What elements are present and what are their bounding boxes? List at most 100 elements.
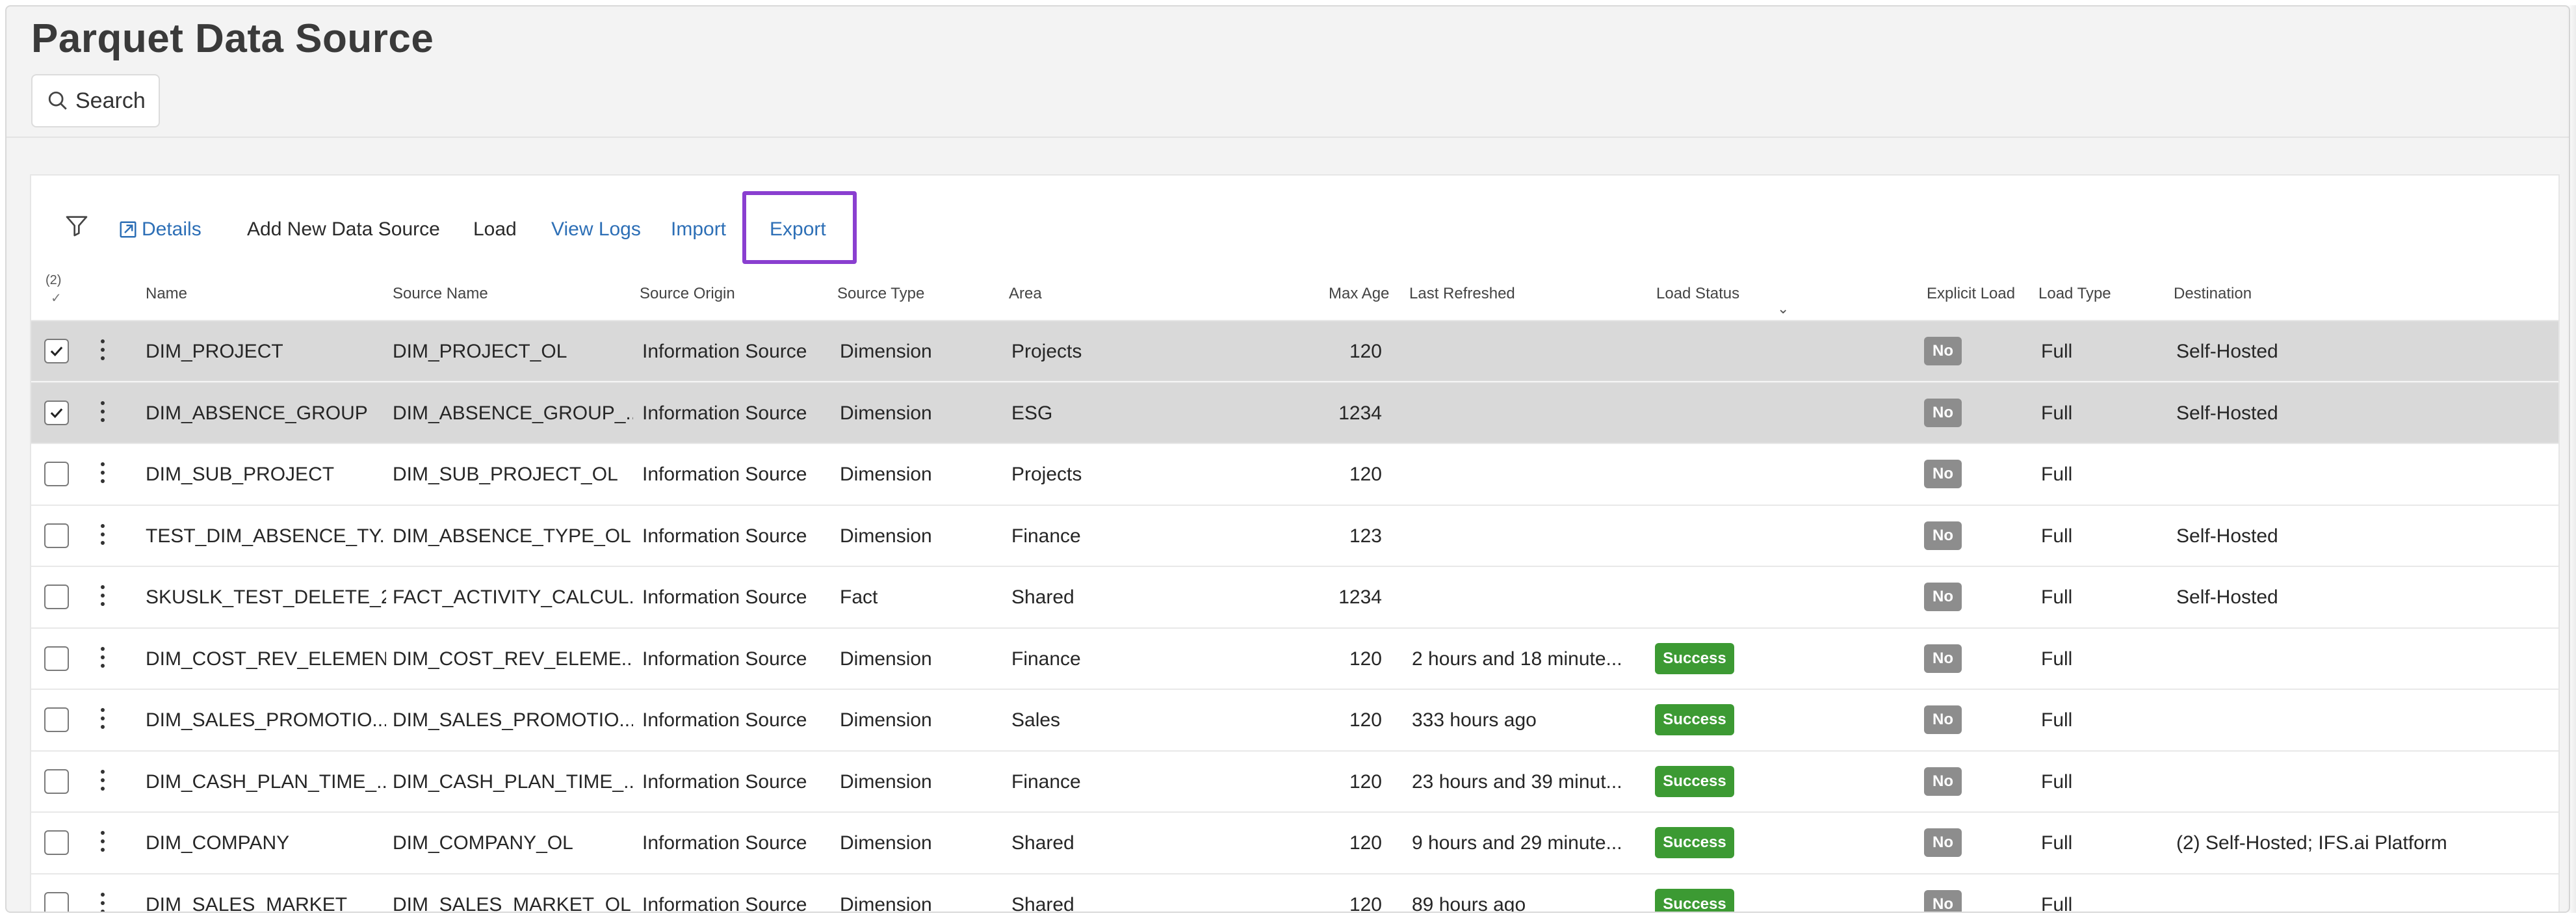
filter-icon[interactable] [64, 211, 90, 240]
row-checkbox[interactable] [44, 523, 69, 548]
add-new-data-source-button[interactable]: Add New Data Source [247, 215, 440, 244]
load-button[interactable]: Load [473, 215, 517, 244]
load-status-badge: Success [1655, 704, 1734, 735]
row-checkbox[interactable] [44, 646, 69, 671]
cell-name: DIM_SALES_MARKET [146, 893, 348, 913]
cell-source-name: DIM_COMPANY_OL [393, 832, 573, 854]
select-all-checkmark-icon[interactable]: ✓ [51, 290, 62, 306]
cell-source-name: DIM_COST_REV_ELEME... [393, 648, 633, 670]
cell-area: Sales [1011, 709, 1061, 731]
column-header-load-status[interactable]: Load Status [1656, 285, 1739, 303]
search-button[interactable]: Search [31, 74, 160, 127]
column-header-source-type[interactable]: Source Type [837, 285, 924, 303]
open-details-icon [120, 221, 137, 238]
row-checkbox[interactable] [44, 769, 69, 794]
explicit-load-badge: No [1924, 644, 1962, 673]
cell-last-refreshed: 89 hours ago [1412, 893, 1526, 913]
column-header-load-type[interactable]: Load Type [2038, 285, 2111, 303]
table-row[interactable]: SKUSLK_TEST_DELETE_2... FACT_ACTIVITY_CAL… [31, 566, 2558, 627]
cell-load-type: Full [2041, 341, 2073, 362]
cell-name: DIM_ABSENCE_GROUP [146, 402, 368, 424]
table-row[interactable]: DIM_CASH_PLAN_TIME_... DIM_CASH_PLAN_TIME… [31, 750, 2558, 811]
cell-source-origin: Information Source [642, 402, 807, 424]
row-menu-icon[interactable] [96, 460, 109, 486]
cell-max-age: 120 [1349, 770, 1382, 793]
row-menu-icon[interactable] [96, 828, 109, 854]
row-menu-icon[interactable] [96, 337, 109, 363]
column-header-max-age[interactable]: Max Age [1329, 285, 1389, 303]
row-checkbox[interactable] [44, 462, 69, 486]
column-header-source-name[interactable]: Source Name [393, 285, 488, 303]
cell-load-type: Full [2041, 402, 2073, 424]
table-row[interactable]: DIM_SUB_PROJECT DIM_SUB_PROJECT_OL Informa… [31, 443, 2558, 504]
cell-max-age: 120 [1349, 464, 1382, 485]
column-header-destination[interactable]: Destination [2174, 285, 2252, 303]
row-checkbox[interactable] [44, 830, 69, 855]
column-header-explicit-load[interactable]: Explicit Load [1927, 285, 2015, 303]
cell-load-type: Full [2041, 893, 2073, 913]
cell-source-type: Dimension [840, 893, 932, 913]
cell-name: DIM_SALES_PROMOTIO... [146, 709, 386, 731]
search-label: Search [75, 88, 146, 113]
cell-source-name: DIM_ABSENCE_GROUP_... [393, 402, 633, 424]
table-row[interactable]: DIM_SALES_MARKET DIM_SALES_MARKET_OL Infor… [31, 873, 2558, 913]
column-header-last-refreshed[interactable]: Last Refreshed [1409, 285, 1515, 303]
cell-source-origin: Information Source [642, 770, 807, 793]
row-menu-icon[interactable] [96, 890, 109, 912]
view-logs-button[interactable]: View Logs [551, 215, 641, 244]
row-menu-icon[interactable] [96, 521, 109, 547]
explicit-load-badge: No [1924, 583, 1962, 611]
explicit-load-badge: No [1924, 705, 1962, 734]
cell-load-type: Full [2041, 525, 2073, 547]
cell-last-refreshed: 23 hours and 39 minut... [1412, 770, 1622, 793]
cell-max-age: 120 [1349, 893, 1382, 913]
table-row[interactable]: DIM_COST_REV_ELEMENT DIM_COST_REV_ELEME..… [31, 627, 2558, 689]
table-row[interactable]: DIM_PROJECT DIM_PROJECT_OL Information Sou… [31, 320, 2558, 381]
cell-area: Finance [1011, 648, 1081, 670]
cell-max-age: 1234 [1338, 402, 1382, 424]
cell-name: DIM_CASH_PLAN_TIME_... [146, 770, 386, 793]
row-checkbox[interactable] [44, 585, 69, 609]
cell-area: Shared [1011, 586, 1074, 608]
table-row[interactable]: DIM_ABSENCE_GROUP DIM_ABSENCE_GROUP_... In… [31, 381, 2558, 444]
row-checkbox[interactable] [44, 891, 69, 912]
cell-max-age: 1234 [1338, 586, 1382, 608]
data-source-list-panel: Details Add New Data Source Load View Lo… [30, 174, 2560, 913]
row-checkbox[interactable] [44, 339, 69, 363]
details-button[interactable]: Details [118, 215, 202, 244]
table-row[interactable]: DIM_COMPANY DIM_COMPANY_OL Information Sou… [31, 811, 2558, 873]
row-menu-icon[interactable] [96, 705, 109, 731]
sort-descending-icon[interactable]: ⌄ [1777, 300, 1789, 317]
cell-name: TEST_DIM_ABSENCE_TY... [146, 525, 386, 547]
cell-source-origin: Information Source [642, 341, 807, 362]
row-menu-icon[interactable] [96, 583, 109, 609]
cell-source-type: Fact [840, 586, 878, 608]
row-checkbox[interactable] [44, 400, 69, 425]
row-checkbox[interactable] [44, 707, 69, 732]
cell-source-origin: Information Source [642, 464, 807, 485]
row-menu-icon[interactable] [96, 644, 109, 670]
table-row[interactable]: TEST_DIM_ABSENCE_TY... DIM_ABSENCE_TYPE_O… [31, 504, 2558, 566]
cell-source-origin: Information Source [642, 586, 807, 608]
cell-area: Shared [1011, 893, 1074, 913]
cell-destination: Self-Hosted [2176, 586, 2278, 608]
row-menu-icon[interactable] [96, 399, 109, 425]
column-header-name[interactable]: Name [146, 285, 187, 303]
import-button[interactable]: Import [671, 215, 726, 244]
search-icon [48, 91, 67, 110]
cell-source-type: Dimension [840, 709, 932, 731]
cell-destination [2176, 444, 2540, 505]
cell-area: ESG [1011, 402, 1053, 424]
cell-area: Projects [1011, 341, 1082, 362]
cell-source-name: FACT_ACTIVITY_CALCUL... [393, 586, 633, 608]
column-header-source-origin[interactable]: Source Origin [640, 285, 735, 303]
cell-source-type: Dimension [840, 341, 932, 362]
column-header-area[interactable]: Area [1009, 285, 1042, 303]
row-menu-icon[interactable] [96, 767, 109, 793]
cell-last-refreshed [1412, 383, 1652, 444]
cell-source-type: Dimension [840, 832, 932, 854]
load-status-badge: Success [1655, 765, 1734, 797]
cell-destination [2176, 874, 2540, 912]
table-row[interactable]: DIM_SALES_PROMOTIO... DIM_SALES_PROMOTIO.… [31, 689, 2558, 750]
cell-source-origin: Information Source [642, 648, 807, 670]
